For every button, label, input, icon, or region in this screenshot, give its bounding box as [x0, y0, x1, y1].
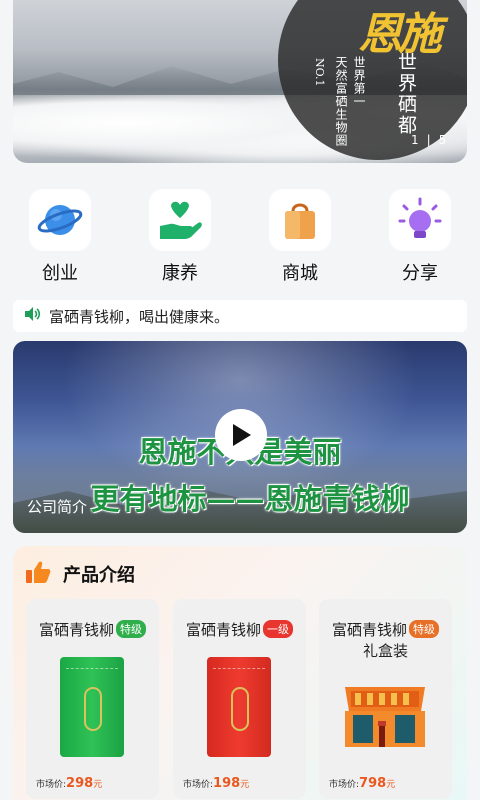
product-price: 市场价:298元	[36, 776, 102, 791]
lightbulb-icon	[389, 189, 451, 251]
product-card[interactable]: 富硒青钱柳 一级 市场价:198元	[173, 599, 306, 799]
company-video[interactable]: 恩施不只是美丽 更有地标——恩施青钱柳 公司简介	[13, 341, 467, 533]
play-button[interactable]	[215, 409, 267, 461]
pager-total: 5	[438, 133, 451, 147]
category-label: 商城	[282, 263, 318, 284]
notice-bar[interactable]: 富硒青钱柳，喝出健康来。	[13, 300, 467, 332]
notice-text: 富硒青钱柳，喝出健康来。	[49, 307, 230, 326]
banner-vertical-title: 世界硒都	[395, 52, 417, 136]
price-unit: 元	[386, 780, 396, 790]
grade-badge: 特级	[409, 620, 439, 638]
product-name: 富硒青钱柳	[185, 621, 261, 639]
price-unit: 元	[93, 780, 103, 790]
product-name-row: 富硒青钱柳 一级	[173, 619, 306, 640]
price-value: 798	[359, 776, 387, 791]
product-price: 市场价:198元	[183, 776, 249, 791]
category-item-share[interactable]: 分享	[370, 189, 470, 285]
hero-banner[interactable]: 恩施 世界硒都 世界第一 天然富硒生物圈 NO.1 1 | 5	[13, 0, 467, 163]
shopping-bag-icon	[269, 189, 331, 251]
product-subtitle: 礼盒装	[362, 642, 408, 660]
category-label: 分享	[402, 263, 438, 284]
grade-badge: 特级	[116, 620, 146, 638]
product-price: 市场价:798元	[329, 776, 395, 791]
banner-vertical-line: 天然富硒生物圈	[334, 56, 348, 147]
banner-vertical-no1: NO.1	[313, 58, 326, 87]
product-card[interactable]: 富硒青钱柳 特级 礼盒装 市场价:798元	[319, 599, 452, 799]
banner-pager: 1 | 5	[411, 133, 451, 147]
product-name-row: 富硒青钱柳 特级	[319, 619, 452, 640]
price-value: 198	[213, 776, 241, 791]
product-section-title: 产品介绍	[63, 565, 135, 586]
grade-badge: 一级	[263, 620, 293, 638]
price-label: 市场价:	[329, 780, 360, 790]
heart-hand-icon	[149, 189, 211, 251]
speaker-icon	[23, 306, 41, 326]
pager-current: 1	[411, 133, 423, 147]
category-item-startup[interactable]: 创业	[10, 189, 110, 285]
product-section-header: 产品介绍	[25, 560, 135, 588]
price-label: 市场价:	[36, 780, 67, 790]
category-label: 康养	[162, 263, 198, 284]
price-unit: 元	[240, 780, 250, 790]
price-value: 298	[66, 776, 94, 791]
product-image	[60, 657, 124, 757]
banner-vertical-line: 世界第一	[352, 56, 366, 108]
play-icon	[233, 424, 251, 446]
category-grid: 创业 康养 商城 分享	[0, 189, 480, 284]
product-card[interactable]: 富硒青钱柳 特级 市场价:298元	[26, 599, 159, 799]
planet-icon	[29, 189, 91, 251]
product-image	[341, 681, 429, 753]
video-caption: 公司简介	[27, 498, 88, 516]
price-label: 市场价:	[183, 780, 214, 790]
category-label: 创业	[42, 263, 78, 284]
category-item-mall[interactable]: 商城	[250, 189, 350, 285]
product-name-row: 富硒青钱柳 特级	[26, 619, 159, 640]
thumbs-up-icon	[25, 560, 51, 588]
product-name: 富硒青钱柳	[331, 621, 407, 639]
product-image	[207, 657, 271, 757]
category-item-wellness[interactable]: 康养	[130, 189, 230, 285]
product-name: 富硒青钱柳	[38, 621, 114, 639]
product-section: 产品介绍 富硒青钱柳 特级 市场价:298元 富硒青钱柳 一级 市场价:198元 富…	[13, 546, 467, 800]
